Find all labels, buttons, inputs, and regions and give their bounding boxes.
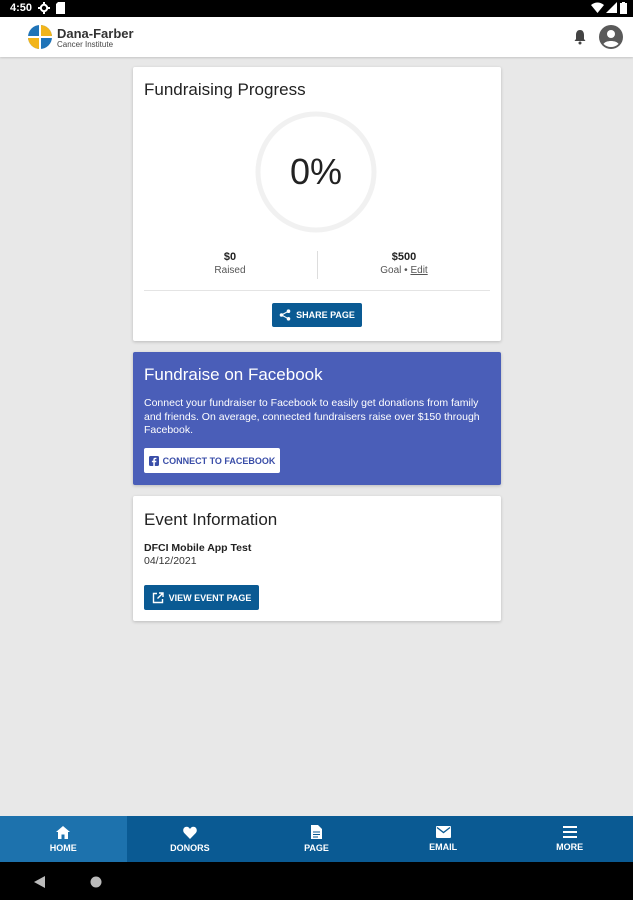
event-information-card: Event Information DFCI Mobile App Test 0… bbox=[133, 496, 501, 621]
goal-label: Goal • bbox=[380, 265, 408, 276]
nav-label-page: PAGE bbox=[304, 843, 329, 853]
share-icon bbox=[279, 309, 291, 321]
connect-to-facebook-button[interactable]: CONNECT TO FACEBOOK bbox=[144, 448, 280, 473]
nav-item-donors[interactable]: DONORS bbox=[127, 816, 254, 862]
sd-card-icon bbox=[56, 2, 65, 14]
wifi-icon bbox=[591, 2, 604, 13]
nav-item-home[interactable]: HOME bbox=[0, 816, 127, 862]
app-header: Dana-Farber Cancer Institute bbox=[0, 17, 633, 57]
raised-value: $0 bbox=[223, 251, 237, 263]
status-time: 4:50 bbox=[10, 2, 33, 14]
nav-item-page[interactable]: PAGE bbox=[253, 816, 380, 862]
back-icon[interactable] bbox=[34, 876, 45, 888]
event-date: 04/12/2021 bbox=[144, 555, 197, 567]
nav-item-more[interactable]: MORE bbox=[506, 816, 633, 862]
nav-label-email: EMAIL bbox=[429, 842, 458, 852]
nav-label-home: HOME bbox=[49, 842, 77, 853]
logo-subtitle: Cancer Institute bbox=[57, 40, 114, 49]
heart-icon bbox=[183, 826, 197, 839]
raised-label: Raised bbox=[214, 265, 246, 276]
view-event-page-button[interactable]: VIEW EVENT PAGE bbox=[144, 585, 259, 610]
nav-label-donors: DONORS bbox=[170, 842, 210, 853]
battery-icon bbox=[620, 2, 627, 14]
mail-icon bbox=[435, 826, 451, 838]
bottom-nav: HOME DONORS PAGE EMAIL MORE bbox=[0, 816, 633, 862]
home-button-icon[interactable] bbox=[90, 876, 102, 888]
nav-item-email[interactable]: EMAIL bbox=[380, 816, 507, 862]
connect-to-facebook-label: CONNECT TO FACEBOOK bbox=[162, 455, 276, 466]
page-icon bbox=[310, 825, 322, 839]
facebook-description: Connect your fundraiser to Facebook to e… bbox=[144, 397, 480, 436]
goal-value: $500 bbox=[391, 251, 417, 263]
bell-icon[interactable] bbox=[572, 29, 588, 45]
share-page-label: SHARE PAGE bbox=[296, 310, 355, 320]
nav-label-more: MORE bbox=[556, 842, 584, 852]
system-nav-bar bbox=[0, 862, 633, 900]
account-circle-icon[interactable] bbox=[599, 25, 623, 49]
view-event-page-label: VIEW EVENT PAGE bbox=[168, 592, 252, 603]
card-title: Event Information bbox=[144, 510, 278, 529]
event-name: DFCI Mobile App Test bbox=[144, 542, 252, 554]
dana-farber-logo-icon bbox=[28, 25, 52, 49]
card-divider bbox=[144, 290, 490, 291]
menu-icon bbox=[562, 826, 577, 838]
card-title: Fundraise on Facebook bbox=[144, 365, 323, 384]
progress-percent: 0% bbox=[289, 151, 343, 192]
card-title: Fundraising Progress bbox=[144, 80, 306, 99]
goal-label-row: Goal • Edit bbox=[317, 265, 491, 276]
share-page-button[interactable]: SHARE PAGE bbox=[272, 303, 362, 327]
fundraise-on-facebook-card: Fundraise on Facebook Connect your fundr… bbox=[133, 352, 501, 485]
settings-icon bbox=[38, 2, 50, 14]
facebook-icon bbox=[148, 455, 159, 466]
signal-icon bbox=[606, 2, 617, 13]
edit-goal-link[interactable]: Edit bbox=[410, 265, 427, 276]
logo-title: Dana-Farber bbox=[57, 26, 134, 41]
open-in-new-icon bbox=[152, 591, 164, 603]
fundraising-progress-card: Fundraising Progress 0% $0 Raised $500 G… bbox=[133, 67, 501, 341]
home-icon bbox=[56, 825, 71, 839]
status-bar: 4:50 bbox=[0, 0, 633, 17]
